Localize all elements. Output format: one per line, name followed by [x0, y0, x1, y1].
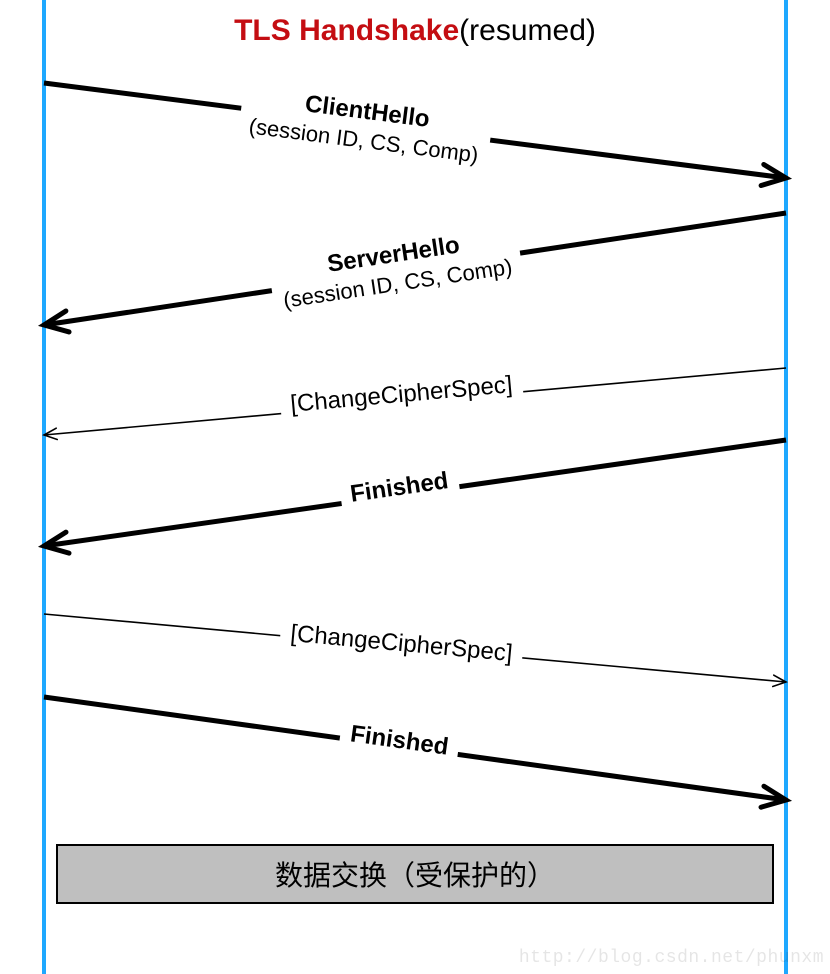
msg-thin-label: [ChangeCipherSpec]	[289, 370, 514, 420]
title-strong: TLS Handshake	[234, 14, 459, 47]
server-lifeline	[784, 0, 788, 974]
msg-changecipherspec-server: [ChangeCipherSpec]	[279, 367, 524, 422]
databox-label: 数据交换（受保护的）	[275, 854, 555, 894]
msg-clienthello: ClientHello (session ID, CS, Comp)	[237, 79, 494, 172]
client-lifeline	[42, 0, 46, 974]
protected-data-exchange-box: 数据交换（受保护的）	[56, 844, 774, 904]
watermark: http://blog.csdn.net/phunxm	[519, 948, 824, 968]
msg-thin-label: [ChangeCipherSpec]	[289, 619, 514, 669]
title-tail: (resumed)	[459, 14, 596, 47]
diagram-container: TLS Handshake(resumed) ClientHello (sess…	[0, 0, 830, 974]
msg-name: Finished	[348, 719, 450, 762]
msg-name: Finished	[348, 466, 450, 510]
msg-finished-server: Finished	[338, 463, 460, 513]
msg-finished-client: Finished	[338, 716, 460, 766]
msg-serverhello: ServerHello (session ID, CS, Comp)	[267, 220, 524, 318]
msg-changecipherspec-client: [ChangeCipherSpec]	[279, 616, 524, 672]
diagram-title: TLS Handshake(resumed)	[0, 14, 830, 48]
